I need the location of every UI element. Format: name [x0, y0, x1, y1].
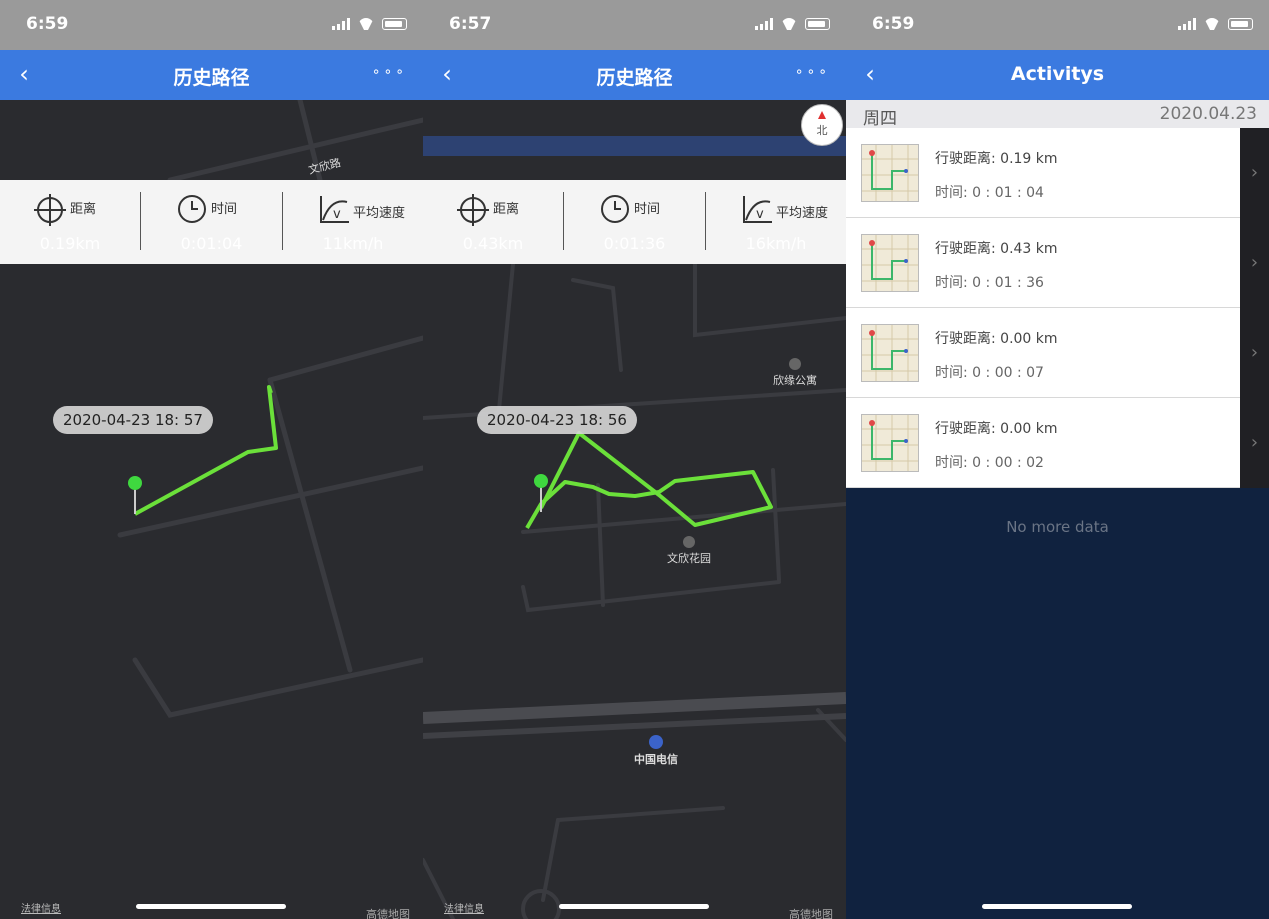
chevron-right-icon[interactable]: ›: [1240, 128, 1269, 218]
screen-history-path-2: 欣缘公寓 文欣花园 中国电信 2020-04-23 18: 56 北 法律信息 …: [423, 0, 846, 919]
activity-duration: 时间: 0 : 01 : 04: [935, 185, 1044, 201]
stat-distance: 距离 0.19km: [0, 180, 140, 264]
speed-label: 平均速度: [353, 206, 406, 221]
chevron-right-icon[interactable]: ›: [1240, 218, 1269, 308]
stat-speed: v 平均速度 16km/h: [706, 180, 846, 264]
nav-bar: ‹ 历史路径 ∘∘∘: [0, 50, 423, 100]
battery-icon: [1228, 18, 1253, 30]
status-bar: 6:59: [0, 0, 423, 50]
speed-label: 平均速度: [776, 206, 829, 221]
time-value: 0:01:36: [603, 234, 666, 253]
distance-label: 距离: [493, 202, 520, 217]
svg-text:v: v: [756, 207, 764, 222]
weekday-label: 周四: [863, 109, 897, 129]
nav-bar: ‹ 历史路径 ∘∘∘: [423, 50, 846, 100]
status-bar: 6:57: [423, 0, 846, 50]
activity-item[interactable]: 行驶距离: 0.00 km 时间: 0 : 00 : 07 ›: [846, 308, 1269, 398]
signal-icon: [755, 18, 773, 30]
screen-history-path-1: 文欣路 2020-04-23 18: 57 法律信息 高德地图 距离 0.19k…: [0, 0, 423, 919]
stats-panel: 距离 0.43km 时间 0:01:36 v 平均速度 16km/h: [423, 180, 846, 264]
clock-icon: [178, 195, 206, 223]
activity-distance: 行驶距离: 0.00 km: [935, 421, 1058, 437]
status-time: 6:57: [449, 14, 492, 34]
map-thumbnail: [861, 324, 919, 382]
time-label: 时间: [634, 202, 661, 217]
compass-arrow-icon: [818, 111, 826, 119]
timestamp-bubble: 2020-04-23 18: 56: [477, 406, 637, 434]
start-pin-icon: [128, 476, 142, 490]
compass-label: 北: [816, 124, 828, 137]
distance-value: 0.43km: [462, 234, 524, 253]
speed-icon: v: [320, 196, 349, 223]
status-time: 6:59: [26, 14, 69, 34]
activity-distance: 行驶距离: 0.43 km: [935, 241, 1058, 257]
stat-time: 时间 0:01:36: [564, 180, 705, 264]
crosshair-icon: [34, 194, 66, 226]
no-more-data-label: No more data: [1006, 518, 1109, 536]
map-thumbnail: [861, 414, 919, 472]
crosshair-icon: [457, 194, 489, 226]
activity-item[interactable]: 行驶距离: 0.19 km 时间: 0 : 01 : 04 ›: [846, 128, 1269, 218]
stat-speed: v 平均速度 11km/h: [283, 180, 423, 264]
time-value: 0:01:04: [180, 234, 243, 253]
page-title: 历史路径: [596, 67, 673, 89]
page-title: 历史路径: [173, 67, 250, 89]
speed-value: 16km/h: [745, 234, 807, 253]
home-indicator[interactable]: [136, 904, 286, 909]
timestamp-bubble: 2020-04-23 18: 57: [53, 406, 213, 434]
wifi-icon: [1204, 18, 1220, 30]
activity-item[interactable]: 行驶距离: 0.00 km 时间: 0 : 00 : 02 ›: [846, 398, 1269, 488]
activity-duration: 时间: 0 : 00 : 02: [935, 455, 1044, 471]
speed-icon: v: [743, 196, 772, 223]
map-attribution: 高德地图: [789, 908, 833, 919]
activity-item[interactable]: 行驶距离: 0.43 km 时间: 0 : 01 : 36 ›: [846, 218, 1269, 308]
compass-button[interactable]: 北: [801, 104, 843, 146]
chevron-right-icon[interactable]: ›: [1240, 398, 1269, 488]
home-indicator[interactable]: [982, 904, 1132, 909]
clock-icon: [601, 195, 629, 223]
battery-icon: [382, 18, 407, 30]
status-time: 6:59: [872, 14, 915, 34]
legal-info-link[interactable]: 法律信息: [21, 900, 61, 915]
time-label: 时间: [211, 202, 238, 217]
page-title: Activitys: [1010, 63, 1105, 85]
stat-time: 时间 0:01:04: [141, 180, 282, 264]
battery-icon: [805, 18, 830, 30]
status-bar: 6:59: [846, 0, 1269, 50]
signal-icon: [1178, 18, 1196, 30]
more-options-button[interactable]: ∘∘∘: [372, 64, 407, 80]
stat-distance: 距离 0.43km: [423, 180, 563, 264]
screen-activities: 6:59 ‹ Activitys 周四 2020.04.23 行驶距离: 0.1…: [846, 0, 1269, 919]
activity-list[interactable]: 行驶距离: 0.19 km 时间: 0 : 01 : 04 › 行驶距离: 0.…: [846, 128, 1269, 919]
signal-icon: [332, 18, 350, 30]
legal-info-link[interactable]: 法律信息: [444, 900, 484, 915]
wifi-icon: [781, 18, 797, 30]
more-options-button[interactable]: ∘∘∘: [795, 64, 830, 80]
map-attribution: 高德地图: [366, 908, 410, 919]
home-indicator[interactable]: [559, 904, 709, 909]
stats-panel: 距离 0.19km 时间 0:01:04 v 平均速度 11km/h: [0, 180, 423, 264]
day-header: 周四 2020.04.23: [846, 100, 1269, 129]
nav-bar: ‹ Activitys: [846, 50, 1269, 100]
distance-value: 0.19km: [39, 234, 101, 253]
activity-duration: 时间: 0 : 01 : 36: [935, 275, 1044, 291]
start-pin-icon: [534, 474, 548, 488]
svg-text:v: v: [333, 207, 341, 222]
date-label: 2020.04.23: [1159, 104, 1257, 124]
activity-distance: 行驶距离: 0.00 km: [935, 331, 1058, 347]
chevron-right-icon[interactable]: ›: [1240, 308, 1269, 398]
activity-duration: 时间: 0 : 00 : 07: [935, 365, 1044, 381]
map-thumbnail: [861, 234, 919, 292]
map-thumbnail: [861, 144, 919, 202]
speed-value: 11km/h: [322, 234, 384, 253]
distance-label: 距离: [70, 202, 97, 217]
wifi-icon: [358, 18, 374, 30]
activity-distance: 行驶距离: 0.19 km: [935, 151, 1058, 167]
